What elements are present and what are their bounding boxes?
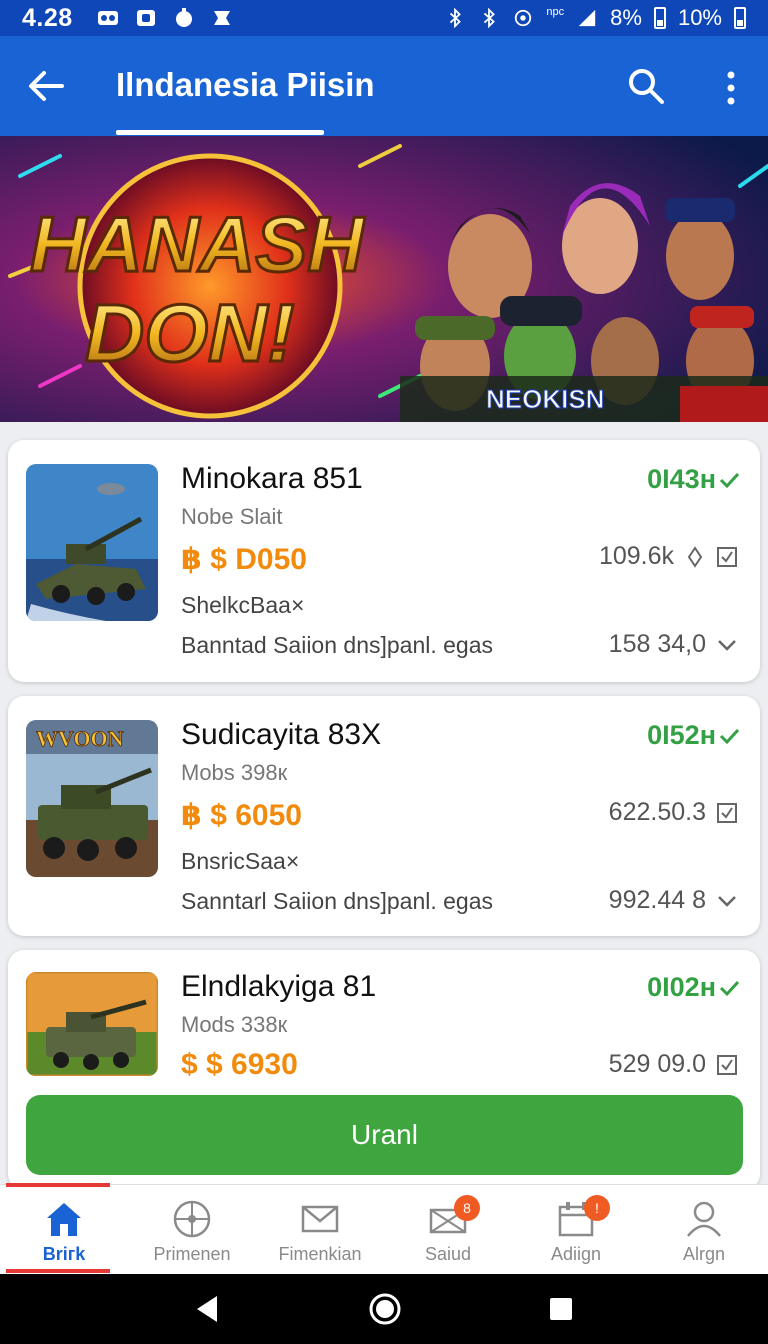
nav-item-primenen[interactable]: Primenen — [128, 1185, 256, 1275]
person-icon — [687, 1201, 721, 1237]
nav-label: Adiign — [550, 1244, 602, 1264]
stat-value: 158 34,0 — [608, 630, 706, 658]
game-card[interactable]: WVOON Sudicayita 83X Mobs 398к ฿ $ 6050 … — [8, 696, 760, 936]
nav-label: Alrgn — [682, 1244, 726, 1264]
banner-brand: NEOKISN — [486, 384, 604, 414]
game-thumbnail — [26, 464, 158, 621]
notification-badge: ! — [584, 1195, 610, 1221]
app-bar: Ilndanesia Piisin — [0, 36, 768, 136]
game-subtitle: Mobs 398к — [181, 760, 288, 785]
active-indicator-bottom — [6, 1269, 110, 1273]
promo-banner[interactable]: HANASH DON! NEOKISN — [0, 136, 768, 422]
battery-level: 8% — [610, 5, 642, 30]
nav-label: Saiud — [424, 1244, 472, 1264]
check-icon — [719, 980, 740, 996]
active-indicator-top — [6, 1183, 110, 1187]
game-thumbnail: WVOON — [26, 720, 158, 877]
banner-artwork: HANASH DON! NEOKISN — [0, 136, 768, 422]
bottom-navigation: Briгk Primenen Fimenkian 8 Saiud ! Adiig… — [0, 1183, 768, 1275]
checkbox-icon[interactable] — [716, 546, 738, 568]
app-notification-icon — [136, 10, 155, 26]
time-value: 0I52н — [647, 720, 716, 750]
check-icon — [719, 728, 740, 744]
stat-value: 529 09.0 — [608, 1050, 706, 1078]
nav-item-saiud[interactable]: 8 Saiud — [384, 1185, 512, 1275]
nav-label: Briгk — [42, 1244, 86, 1264]
chevron-down-icon[interactable] — [716, 634, 738, 656]
game-description: Banntad Saiion dns]panl. egas — [181, 632, 494, 658]
notification-icons — [97, 8, 233, 28]
game-title: Minokara 851 — [181, 462, 363, 495]
nav-item-profile[interactable]: Alrgn — [640, 1185, 768, 1275]
nav-item-adiign[interactable]: ! Adiign — [512, 1185, 640, 1275]
game-thumbnail — [26, 972, 158, 1076]
checkbox-icon[interactable] — [716, 802, 738, 824]
game-stat-2: 158 34,0 — [609, 630, 738, 659]
game-stat-1: 109.6k — [599, 542, 738, 571]
battery-icon — [653, 7, 666, 29]
stat-value: 109.6k — [598, 542, 674, 570]
game-card[interactable]: Minokara 851 Nobe Slait ฿ $ D050 ShelkcB… — [8, 440, 760, 682]
back-arrow-icon[interactable] — [26, 66, 66, 106]
battery-percent: 10% — [677, 5, 722, 30]
nav-label: Fimenkian — [278, 1244, 362, 1264]
status-bar: 4.28 npc 8% 10% — [0, 0, 768, 36]
banner-headline-1: HANASH — [30, 200, 365, 288]
stat-value: 992.44 8 — [608, 886, 706, 914]
chevron-down-icon[interactable] — [716, 890, 738, 912]
game-time: 0I02н — [647, 972, 740, 1003]
game-price: $ $ 6930 — [181, 1048, 298, 1081]
game-title: Elndlakyiga 81 — [181, 970, 377, 1003]
title-underline — [116, 130, 324, 135]
game-price: ฿ $ D050 — [181, 543, 307, 576]
alarm-icon — [175, 8, 192, 27]
home-icon — [47, 1203, 81, 1236]
wifi-icon — [515, 9, 532, 27]
nav-item-home[interactable]: Briгk — [0, 1183, 128, 1275]
checkbox-icon[interactable] — [716, 1054, 738, 1076]
game-tag: ShelkcBaa× — [181, 592, 305, 618]
game-stat-2: 992.44 8 — [609, 886, 738, 915]
notification-badge: 8 — [454, 1195, 480, 1221]
game-stat-1: 622.50.3 — [609, 798, 738, 827]
more-options-icon[interactable] — [716, 68, 746, 108]
game-time: 0I43н — [647, 464, 740, 495]
nav-item-fimenkian[interactable]: Fimenkian — [256, 1185, 384, 1275]
game-title: Sudicayita 83X — [181, 718, 382, 751]
search-icon[interactable] — [626, 66, 666, 106]
bluetooth-icon-2 — [484, 8, 496, 28]
diamond-icon — [687, 545, 703, 568]
game-price: ฿ $ 6050 — [181, 799, 302, 832]
game-time: 0I52н — [647, 720, 740, 751]
time-value: 0I43н — [647, 464, 716, 494]
page-title: Ilndanesia Piisin — [116, 66, 375, 103]
system-recents-icon[interactable] — [547, 1295, 575, 1323]
game-subtitle: Mods 338к — [181, 1012, 288, 1037]
game-subtitle: Nobe Slait — [181, 504, 283, 529]
signal-icon — [578, 9, 596, 27]
thumbnail-label: WVOON — [36, 726, 124, 751]
voicemail-icon — [97, 11, 118, 25]
system-back-icon[interactable] — [193, 1294, 223, 1324]
system-navigation — [0, 1274, 768, 1344]
time-value: 0I02н — [647, 972, 716, 1002]
game-description: Sanntarl Saiion dns]panl. egas — [181, 888, 493, 914]
check-icon — [719, 472, 740, 488]
signal-label: npc — [546, 6, 565, 18]
cast-icon — [213, 11, 230, 25]
system-home-icon[interactable] — [368, 1292, 402, 1326]
primary-action-button[interactable]: Uranl — [26, 1095, 743, 1175]
nav-label: Primenen — [153, 1244, 231, 1264]
bluetooth-icon — [450, 8, 462, 28]
stat-value: 622.50.3 — [608, 798, 706, 826]
game-tag: BnsricSaa× — [181, 848, 300, 874]
compass-icon — [173, 1200, 211, 1238]
battery-icon-2 — [734, 7, 746, 29]
game-stat-1: 529 09.0 — [609, 1050, 738, 1079]
banner-headline-2: DON! — [85, 288, 295, 379]
status-time: 4.28 — [22, 3, 73, 32]
envelope-icon — [301, 1205, 339, 1233]
